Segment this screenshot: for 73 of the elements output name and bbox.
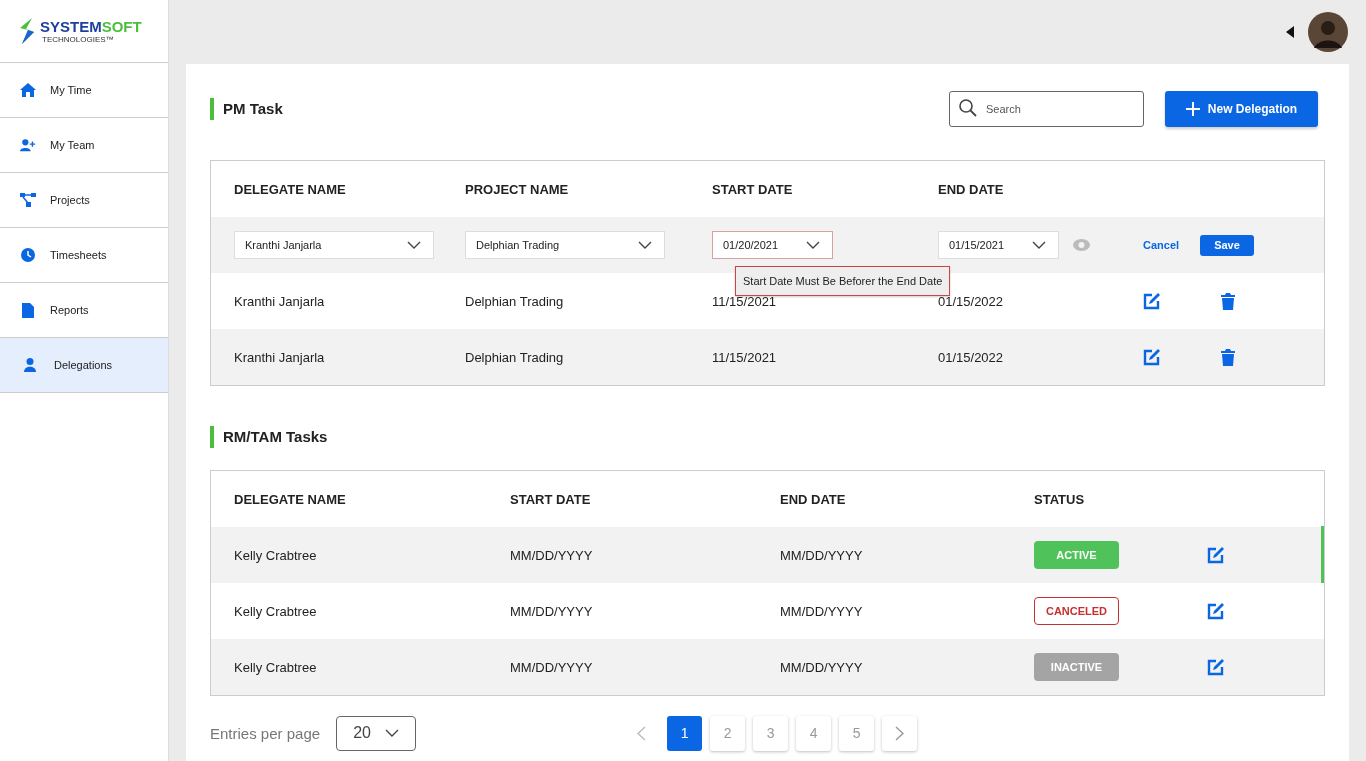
column-header: STATUS <box>1034 491 1086 507</box>
entries-label: Entries per page <box>210 724 321 742</box>
trash-icon[interactable] <box>1221 348 1235 366</box>
table-cell-text: Kelly Crabtree <box>234 547 318 563</box>
end-date-picker[interactable]: 01/15/2021 <box>938 231 1059 259</box>
search-field[interactable]: Search <box>949 91 1144 127</box>
column-header: END DATE <box>780 491 847 507</box>
sidebar-item[interactable]: Projects <box>0 173 168 228</box>
edit-icon[interactable] <box>1207 658 1225 676</box>
table-cell-text: Kranthi Janjarla <box>234 293 326 309</box>
table-cell-text: 11/15/2021 <box>712 349 778 365</box>
start-date-picker[interactable]: 01/20/2021 <box>712 231 833 259</box>
column-header: START DATE <box>712 181 794 197</box>
save-button[interactable]: Save <box>1200 234 1254 256</box>
plus-icon <box>1185 102 1200 116</box>
caret-icon[interactable] <box>1286 26 1294 38</box>
avatar[interactable] <box>1308 12 1348 52</box>
document-icon <box>22 302 34 318</box>
delegate-dropdown[interactable]: Kranthi Janjarla <box>234 231 434 259</box>
section-title: PM Task <box>210 98 283 120</box>
section-title: RM/TAM Tasks <box>210 426 328 448</box>
table-cell-text: Kranthi Janjarla <box>234 349 326 365</box>
column-header: START DATE <box>510 491 592 507</box>
home-icon <box>20 83 36 97</box>
table-cell-text: 01/15/2022 <box>938 349 1005 365</box>
chevron-icon <box>806 241 820 249</box>
new-delegation-button[interactable]: New Delegation <box>1165 91 1318 127</box>
logo-tagline: TECHNOLOGIES™ <box>42 35 115 44</box>
page-button[interactable]: 1 <box>667 715 703 751</box>
trash-icon[interactable] <box>1221 292 1235 310</box>
sidebar-item[interactable]: Timesheets <box>0 228 168 283</box>
sidebar-item[interactable]: My Time <box>0 63 168 118</box>
table-cell-text: MM/DD/YYYY <box>780 547 864 563</box>
chevron-icon <box>638 241 652 249</box>
column-header: DELEGATE NAME <box>234 181 347 197</box>
error-tooltip: Start Date Must Be Beforer the End Date <box>735 266 951 296</box>
table-cell-text: 01/15/2022 <box>938 293 1005 309</box>
column-header: END DATE <box>938 181 1005 197</box>
table-cell-text: Kelly Crabtree <box>234 659 318 675</box>
logo-icon <box>18 18 36 44</box>
page-size-dropdown[interactable]: 20 <box>336 715 417 751</box>
table-cell-text: MM/DD/YYYY <box>510 659 594 675</box>
status-badge: INACTIVE <box>1034 653 1119 681</box>
edit-icon[interactable] <box>1207 546 1225 564</box>
edit-icon[interactable] <box>1207 602 1225 620</box>
table-cell-text: MM/DD/YYYY <box>780 659 864 675</box>
chevron-icon <box>1032 241 1046 249</box>
table-cell-text: Delphian Trading <box>465 293 565 309</box>
cancel-link[interactable]: Cancel <box>1143 239 1180 251</box>
table-cell-text: MM/DD/YYYY <box>510 603 594 619</box>
table-cell-text: Delphian Trading <box>465 349 565 365</box>
add-user-icon <box>20 138 36 152</box>
status-badge: CANCELED <box>1034 597 1119 625</box>
clock-icon <box>21 248 35 262</box>
column-header: PROJECT NAME <box>465 181 570 197</box>
chevron-icon <box>407 241 421 249</box>
project-dropdown[interactable]: Delphian Trading <box>465 231 665 259</box>
scrollbar-thumb[interactable] <box>1321 526 1324 583</box>
edit-icon[interactable] <box>1143 292 1161 310</box>
user-icon <box>24 358 36 372</box>
table-cell-text: MM/DD/YYYY <box>510 547 594 563</box>
logo-wordmark: SYSTEMSOFT <box>40 18 142 34</box>
sidebar-item[interactable]: My Team <box>0 118 168 173</box>
next-icon[interactable] <box>895 725 905 741</box>
column-header: DELEGATE NAME <box>234 491 347 507</box>
table-cell-text: Kelly Crabtree <box>234 603 318 619</box>
sidebar-item[interactable]: Delegations <box>0 338 168 393</box>
hierarchy-icon <box>20 193 36 207</box>
chevron-icon <box>384 729 399 737</box>
table-cell-text: MM/DD/YYYY <box>780 603 864 619</box>
edit-icon[interactable] <box>1143 348 1161 366</box>
table-cell-text: 11/15/2021 <box>712 293 778 309</box>
status-badge: ACTIVE <box>1034 541 1119 569</box>
